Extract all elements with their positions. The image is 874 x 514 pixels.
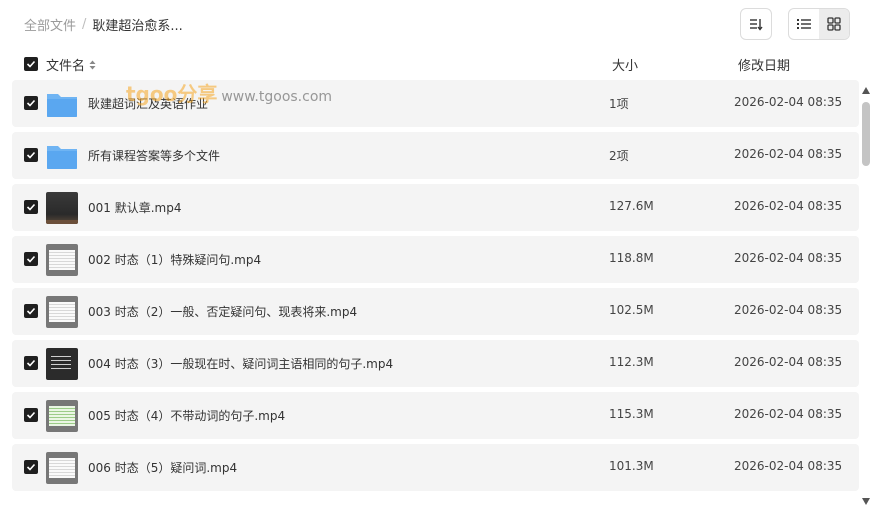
- scroll-down-arrow-icon[interactable]: [861, 496, 871, 506]
- row-checkbox[interactable]: [24, 408, 38, 422]
- sort-caret-icon: [89, 60, 96, 69]
- grid-view-icon: [827, 17, 841, 31]
- file-name[interactable]: 005 时态（4）不带动词的句子.mp4: [88, 407, 285, 424]
- file-browser: 全部文件 / 耿建超治愈系... 文件名 大小 修改日期 耿建超词汇及英语作业 …: [0, 0, 874, 514]
- file-size: 115.3M: [609, 407, 654, 421]
- row-checkbox[interactable]: [24, 96, 38, 110]
- video-thumbnail-image: [46, 296, 78, 328]
- file-modified-date: 2026-02-04 08:35: [734, 199, 843, 213]
- file-size: 112.3M: [609, 355, 654, 369]
- file-name[interactable]: 所有课程答案等多个文件: [88, 147, 220, 164]
- checkmark-icon: [26, 307, 36, 315]
- video-thumbnail: [46, 348, 78, 380]
- list-view-icon: [797, 19, 811, 29]
- file-size: 127.6M: [609, 199, 654, 213]
- file-size: 118.8M: [609, 251, 654, 265]
- video-thumbnail-image: [46, 400, 78, 432]
- file-modified-date: 2026-02-04 08:35: [734, 407, 843, 421]
- file-row[interactable]: 所有课程答案等多个文件 2项 2026-02-04 08:35: [12, 132, 859, 179]
- file-row[interactable]: 006 时态（5）疑问词.mp4 101.3M 2026-02-04 08:35: [12, 444, 859, 491]
- checkmark-icon: [26, 99, 36, 107]
- file-name[interactable]: 004 时态（3）一般现在时、疑问词主语相同的句子.mp4: [88, 355, 393, 372]
- select-all-checkbox[interactable]: [24, 57, 38, 71]
- list-header: 文件名 大小 修改日期: [0, 52, 874, 76]
- checkmark-icon: [26, 359, 36, 367]
- file-name[interactable]: 002 时态（1）特殊疑问句.mp4: [88, 251, 261, 268]
- video-thumbnail-image: [46, 348, 78, 380]
- file-row[interactable]: 耿建超词汇及英语作业 1项 2026-02-04 08:35: [12, 80, 859, 127]
- file-list: 耿建超词汇及英语作业 1项 2026-02-04 08:35 所有课程答案等多个文件 2…: [0, 80, 860, 514]
- row-checkbox[interactable]: [24, 356, 38, 370]
- column-header-date[interactable]: 修改日期: [738, 55, 790, 74]
- file-name[interactable]: 003 时态（2）一般、否定疑问句、现表将来.mp4: [88, 303, 357, 320]
- video-thumbnail: [46, 400, 78, 432]
- row-checkbox[interactable]: [24, 460, 38, 474]
- video-thumbnail-image: [46, 452, 78, 484]
- row-checkbox[interactable]: [24, 304, 38, 318]
- file-size: 1项: [609, 97, 629, 111]
- file-row[interactable]: 002 时态（1）特殊疑问句.mp4 118.8M 2026-02-04 08:35: [12, 236, 859, 283]
- file-modified-date: 2026-02-04 08:35: [734, 459, 843, 473]
- grid-view-button[interactable]: [819, 9, 849, 39]
- file-size: 102.5M: [609, 303, 654, 317]
- row-checkbox[interactable]: [24, 252, 38, 266]
- breadcrumb-root[interactable]: 全部文件: [24, 15, 76, 34]
- row-checkbox[interactable]: [24, 148, 38, 162]
- scrollbar-thumb[interactable]: [862, 102, 870, 166]
- video-thumbnail-image: [46, 244, 78, 276]
- file-modified-date: 2026-02-04 08:35: [734, 355, 843, 369]
- column-header-name-label: 文件名: [46, 59, 86, 74]
- file-row[interactable]: 005 时态（4）不带动词的句子.mp4 115.3M 2026-02-04 08:…: [12, 392, 859, 439]
- file-row[interactable]: 004 时态（3）一般现在时、疑问词主语相同的句子.mp4 112.3M 2026-…: [12, 340, 859, 387]
- breadcrumb-current: 耿建超治愈系...: [92, 18, 183, 34]
- video-thumbnail-image: [46, 192, 78, 224]
- file-size: 101.3M: [609, 459, 654, 473]
- view-toggle: [788, 8, 850, 40]
- sort-icon: [750, 19, 763, 31]
- list-view-button[interactable]: [789, 9, 819, 39]
- folder-icon: [46, 140, 78, 172]
- checkmark-icon: [26, 463, 36, 471]
- column-header-size[interactable]: 大小: [612, 55, 638, 74]
- video-thumbnail: [46, 296, 78, 328]
- file-row[interactable]: 001 默认章.mp4 127.6M 2026-02-04 08:35: [12, 184, 859, 231]
- video-thumbnail: [46, 452, 78, 484]
- file-size: 2项: [609, 149, 629, 163]
- checkmark-icon: [26, 151, 36, 159]
- checkmark-icon: [26, 411, 36, 419]
- breadcrumb: 全部文件 / 耿建超治愈系...: [24, 14, 183, 34]
- file-row[interactable]: 003 时态（2）一般、否定疑问句、现表将来.mp4 102.5M 2026-02-…: [12, 288, 859, 335]
- scroll-up-arrow-icon[interactable]: [861, 86, 871, 96]
- checkmark-icon: [26, 203, 36, 211]
- folder-icon: [46, 88, 78, 120]
- file-name[interactable]: 006 时态（5）疑问词.mp4: [88, 459, 237, 476]
- checkmark-icon: [26, 255, 36, 263]
- file-name[interactable]: 耿建超词汇及英语作业: [88, 95, 208, 112]
- file-modified-date: 2026-02-04 08:35: [734, 147, 843, 161]
- row-checkbox[interactable]: [24, 200, 38, 214]
- breadcrumb-separator: /: [82, 16, 87, 32]
- checkmark-icon: [26, 60, 36, 68]
- video-thumbnail: [46, 244, 78, 276]
- video-thumbnail: [46, 192, 78, 224]
- sort-button[interactable]: [740, 8, 772, 40]
- file-name[interactable]: 001 默认章.mp4: [88, 199, 181, 216]
- column-header-name[interactable]: 文件名: [46, 55, 96, 74]
- file-modified-date: 2026-02-04 08:35: [734, 303, 843, 317]
- file-modified-date: 2026-02-04 08:35: [734, 251, 843, 265]
- file-modified-date: 2026-02-04 08:35: [734, 95, 843, 109]
